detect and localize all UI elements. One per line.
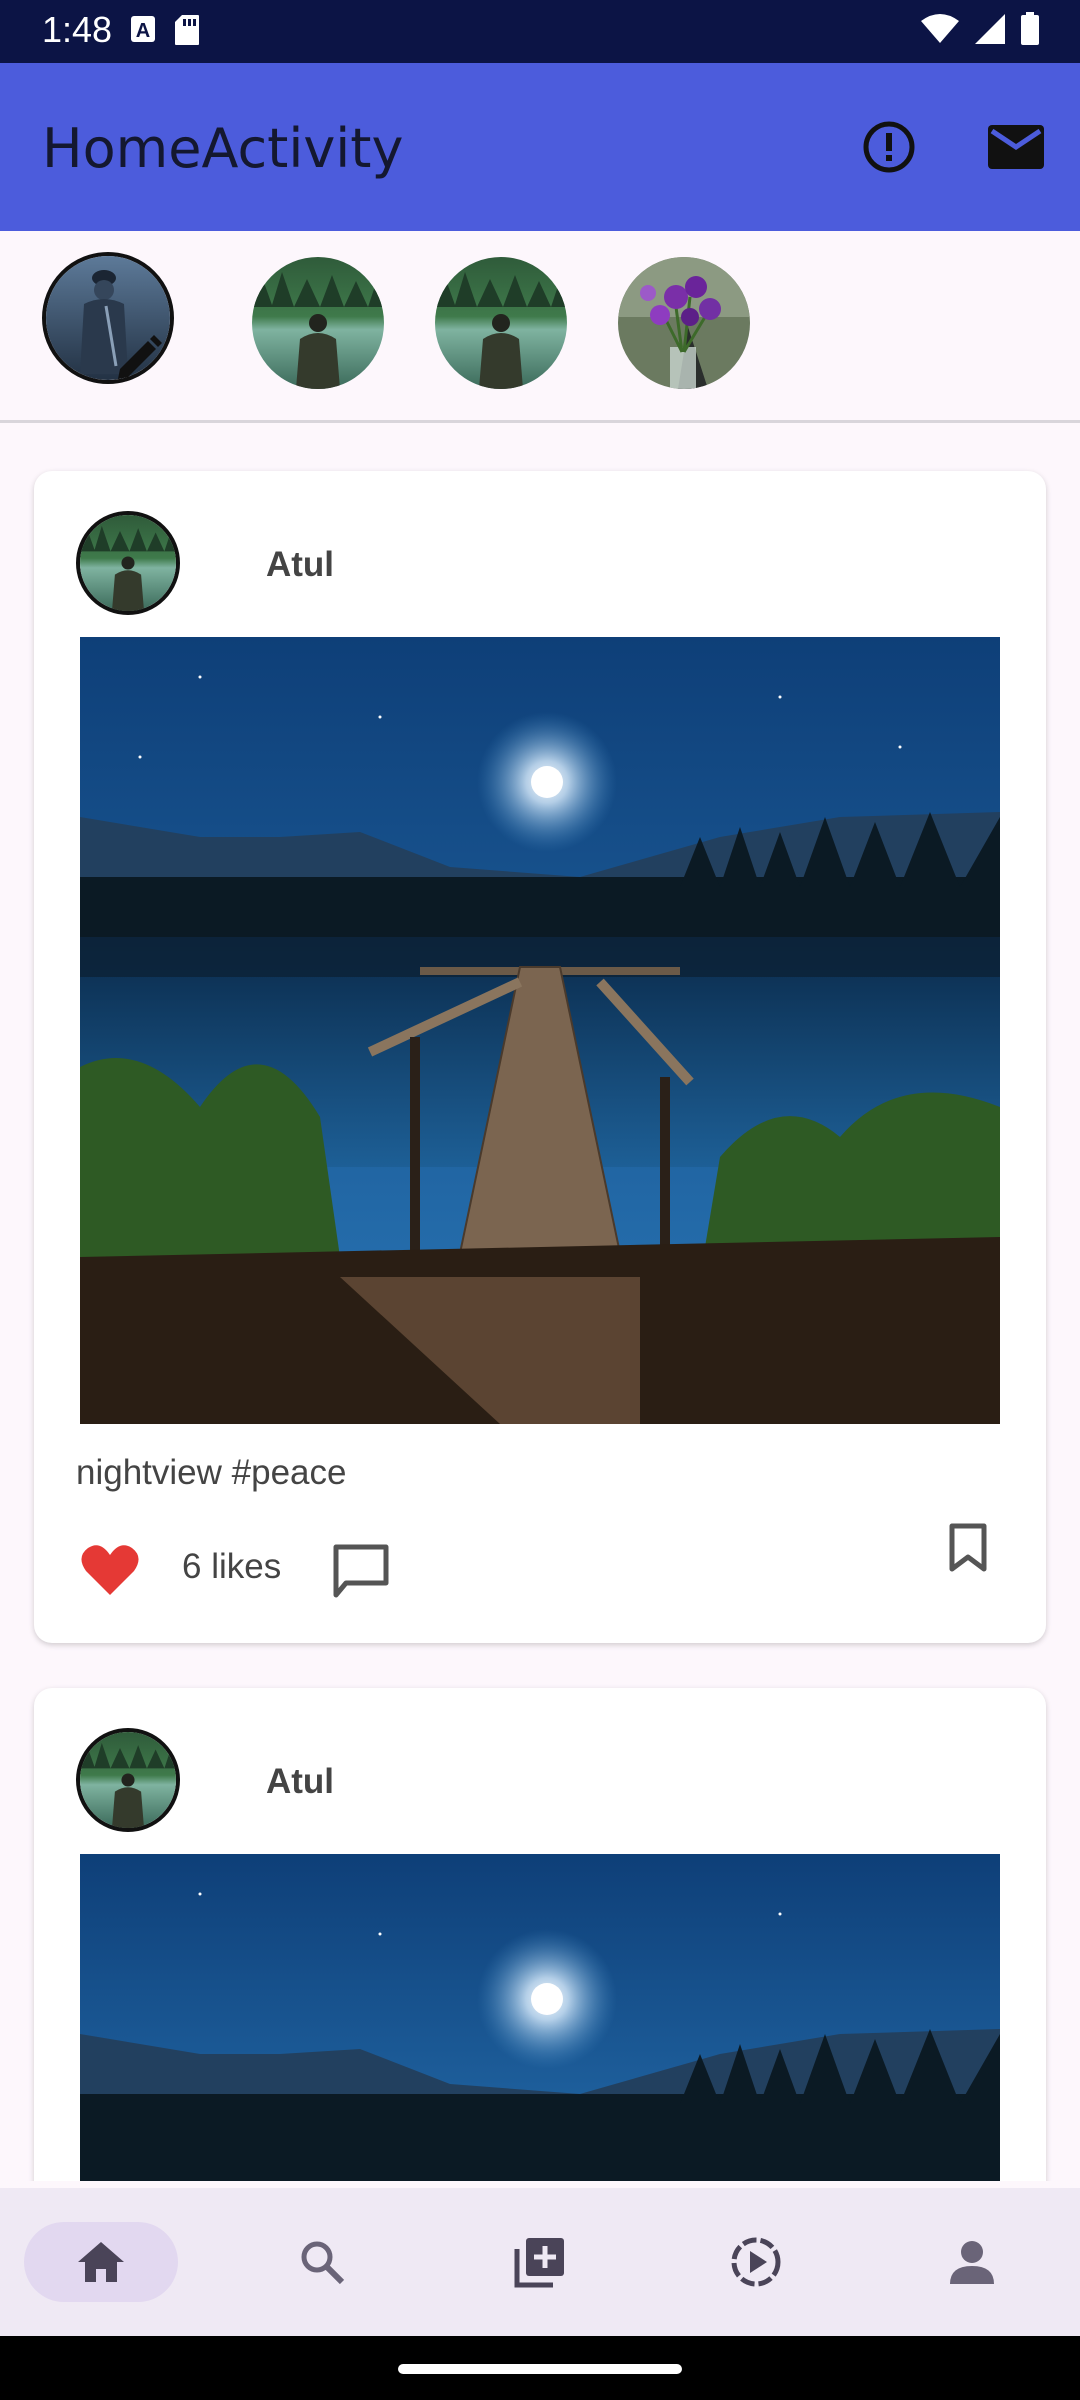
post-feed[interactable]: Atul nightview #peace 6 likes Atul xyxy=(0,426,1080,2181)
story-2[interactable] xyxy=(435,257,567,389)
post-image[interactable] xyxy=(80,1854,1000,2181)
profile-icon xyxy=(950,2241,994,2284)
bottom-navigation xyxy=(0,2188,1080,2336)
post-card: Atul xyxy=(34,471,1046,1643)
info-icon xyxy=(863,121,915,173)
like-icon[interactable] xyxy=(80,1543,140,1597)
story-1[interactable] xyxy=(252,257,384,389)
battery-icon xyxy=(1021,12,1039,45)
gesture-bar xyxy=(0,2336,1080,2400)
status-time: 1:48 xyxy=(42,9,113,50)
post-image[interactable] xyxy=(80,637,1000,1424)
night-lake-pier-photo xyxy=(80,1854,1000,2181)
person-lake-photo xyxy=(252,257,384,389)
nav-add-post[interactable] xyxy=(463,2222,617,2302)
post-author[interactable]: Atul xyxy=(266,545,334,585)
app-bar: HomeActivity xyxy=(0,63,1080,231)
add-post-icon xyxy=(514,2238,564,2288)
messages-button[interactable] xyxy=(980,111,1052,183)
author-avatar[interactable] xyxy=(76,511,180,615)
status-left-icons: A xyxy=(130,14,200,46)
person-lake-photo xyxy=(80,515,176,611)
like-count: 6 likes xyxy=(182,1547,282,1586)
status-bar: 1:48 A xyxy=(0,0,1080,63)
a-notification-icon: A xyxy=(131,16,155,42)
edit-story-icon[interactable] xyxy=(110,331,166,387)
wifi-icon xyxy=(921,14,959,43)
info-button[interactable] xyxy=(853,111,925,183)
mail-icon xyxy=(988,125,1044,169)
author-avatar[interactable] xyxy=(76,1728,180,1832)
bookmark-icon[interactable] xyxy=(948,1523,988,1573)
signal-icon xyxy=(975,14,1005,44)
person-lake-photo xyxy=(435,257,567,389)
reels-icon xyxy=(731,2237,781,2287)
comment-icon[interactable] xyxy=(332,1543,390,1601)
nav-home[interactable] xyxy=(24,2222,178,2302)
story-3[interactable] xyxy=(618,257,750,389)
stories-row xyxy=(0,231,1080,423)
person-lake-photo xyxy=(80,1732,176,1828)
home-icon xyxy=(78,2242,124,2282)
post-caption: nightview #peace xyxy=(76,1453,347,1492)
nav-reels[interactable] xyxy=(679,2222,833,2302)
flowers-photo xyxy=(618,257,750,389)
post-card: Atul xyxy=(34,1688,1046,2181)
nav-search[interactable] xyxy=(245,2222,399,2302)
night-lake-pier-photo xyxy=(80,637,1000,1424)
app-title: HomeActivity xyxy=(42,117,404,180)
nav-profile[interactable] xyxy=(895,2222,1049,2302)
status-right-icons xyxy=(920,12,1040,46)
sd-card-icon xyxy=(175,15,199,45)
home-gesture-handle[interactable] xyxy=(398,2364,682,2374)
post-author[interactable]: Atul xyxy=(266,1762,334,1802)
search-icon xyxy=(301,2241,345,2285)
svg-text:A: A xyxy=(136,20,150,42)
